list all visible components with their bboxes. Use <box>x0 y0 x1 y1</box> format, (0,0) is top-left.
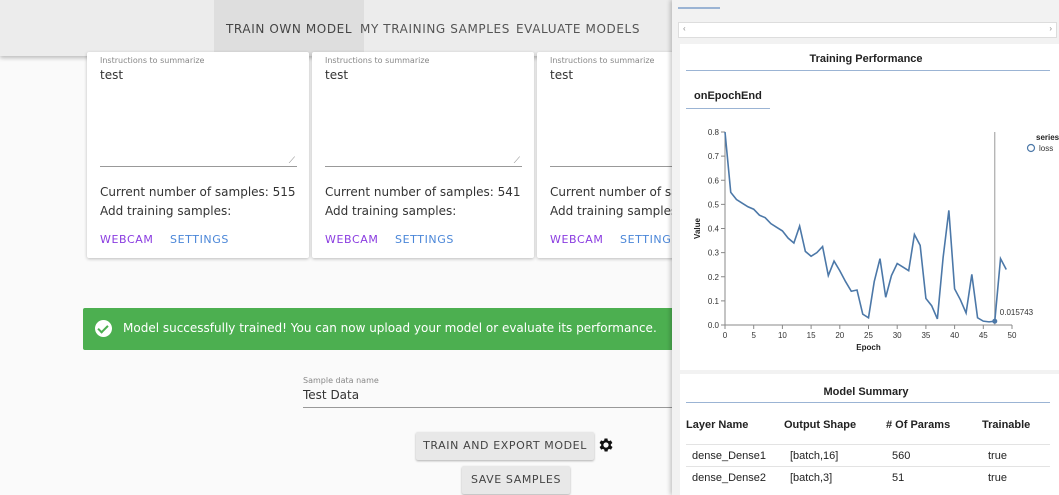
success-alert: Model successfully trained! You can now … <box>83 308 703 350</box>
textarea-underline <box>325 166 522 167</box>
hover-point <box>992 318 998 324</box>
hover-value-label: 0.015743 <box>1000 308 1034 317</box>
add-samples-label: Add training samples: <box>100 204 232 218</box>
class-card: Instructions to summarize test ⟋ Current… <box>312 52 534 258</box>
settings-button[interactable]: SETTINGS <box>395 233 454 246</box>
instructions-textarea[interactable]: test <box>550 68 573 82</box>
class-card: Instructions to summarize test ⟋ Current… <box>87 52 309 258</box>
sample-name-underline <box>303 407 683 408</box>
instructions-textarea[interactable]: test <box>325 68 348 82</box>
add-samples-label: Add training samples: <box>325 204 457 218</box>
x-tick-label: 20 <box>835 331 844 340</box>
alert-message: Model successfully trained! You can now … <box>123 321 657 335</box>
resize-grip-icon[interactable]: ⟋ <box>514 156 520 166</box>
legend-symbol <box>1026 143 1036 153</box>
visor-panel: ‹ › Training Performance onEpochEnd 0.0 0… <box>672 0 1059 495</box>
table-cell: 51 <box>892 472 905 484</box>
x-tick-label: 10 <box>778 331 787 340</box>
x-tick-label: 15 <box>807 331 816 340</box>
table-cell: true <box>988 472 1007 484</box>
y-axis-label: Value <box>693 218 702 239</box>
title-underline <box>686 402 1050 403</box>
textarea-underline <box>100 166 297 167</box>
check-circle-icon <box>95 320 112 337</box>
table-cell: true <box>988 450 1007 462</box>
tab-on-epoch-end[interactable]: onEpochEnd <box>686 90 770 109</box>
horizontal-scrollbar[interactable]: ‹ › <box>678 22 1057 38</box>
model-summary-card: Model Summary Layer Name Output Shape # … <box>680 374 1059 495</box>
y-tick-label: 0.7 <box>708 152 720 161</box>
x-tick-label: 40 <box>950 331 959 340</box>
y-tick-label: 0.5 <box>708 200 720 209</box>
loss-series-line <box>724 131 1007 323</box>
table-row: dense_Dense2 [batch,3] 51 true <box>686 466 1050 488</box>
x-tick-label: 0 <box>723 331 728 340</box>
sample-name-label: Sample data name <box>303 376 379 385</box>
sample-name-input[interactable]: Test Data <box>303 388 359 402</box>
y-tick-label: 0.8 <box>708 128 720 137</box>
save-samples-button[interactable]: SAVE SAMPLES <box>462 466 570 494</box>
y-tick-label: 0.2 <box>708 273 720 282</box>
y-tick-label: 0.0 <box>708 321 720 330</box>
instructions-label: Instructions to summarize <box>100 56 205 65</box>
legend-title: series <box>1036 133 1059 142</box>
y-tick-label: 0.3 <box>708 249 720 258</box>
sample-count: Current number of samples: 541 <box>325 185 521 199</box>
sample-count: Current number of sam <box>550 185 691 199</box>
column-header: Output Shape <box>784 419 857 431</box>
instructions-label: Instructions to summarize <box>550 56 655 65</box>
tab-train-own-model[interactable]: TRAIN OWN MODEL <box>214 0 365 56</box>
x-tick-label: 25 <box>864 331 873 340</box>
y-tick-label: 0.1 <box>708 297 720 306</box>
title-underline <box>686 70 1050 71</box>
x-tick-label: 30 <box>893 331 902 340</box>
table-row: dense_Dense1 [batch,16] 560 true <box>686 444 1050 466</box>
sample-count: Current number of samples: 515 <box>100 185 296 199</box>
panel-tab[interactable] <box>678 0 720 9</box>
table-cell: 560 <box>892 450 911 462</box>
column-header: Layer Name <box>686 419 749 431</box>
top-nav: TRAIN OWN MODEL MY TRAINING SAMPLES EVAL… <box>0 0 700 56</box>
column-header: Trainable <box>982 419 1031 431</box>
x-tick-label: 50 <box>1008 331 1017 340</box>
instructions-textarea[interactable]: test <box>100 68 123 82</box>
y-tick-label: 0.4 <box>708 225 720 234</box>
add-samples-label: Add training samples: <box>550 204 682 218</box>
webcam-button[interactable]: WEBCAM <box>100 233 153 246</box>
table-cell: dense_Dense1 <box>692 450 767 462</box>
settings-button[interactable]: SETTINGS <box>620 233 679 246</box>
summary-title: Model Summary <box>823 386 909 398</box>
table-cell: dense_Dense2 <box>692 472 767 484</box>
scroll-right-icon[interactable]: › <box>1049 24 1052 33</box>
x-tick-label: 5 <box>751 331 756 340</box>
column-header: # Of Params <box>886 419 951 431</box>
tab-evaluate-models[interactable]: EVALUATE MODELS <box>504 0 652 56</box>
table-cell: [batch,16] <box>790 450 839 462</box>
webcam-button[interactable]: WEBCAM <box>325 233 378 246</box>
x-tick-label: 45 <box>979 331 988 340</box>
training-performance-card: Training Performance onEpochEnd 0.0 0.1 0.… <box>680 44 1059 370</box>
settings-button[interactable]: SETTINGS <box>170 233 229 246</box>
tab-my-training-samples[interactable]: MY TRAINING SAMPLES <box>348 0 522 56</box>
scroll-left-icon[interactable]: ‹ <box>683 24 686 33</box>
train-export-button[interactable]: TRAIN AND EXPORT MODEL <box>416 432 594 460</box>
y-tick-label: 0.6 <box>708 176 720 185</box>
instructions-label: Instructions to summarize <box>325 56 430 65</box>
table-cell: [batch,3] <box>790 472 833 484</box>
gear-icon[interactable] <box>597 436 615 454</box>
x-axis-label: Epoch <box>856 343 881 352</box>
x-tick-label: 35 <box>921 331 930 340</box>
performance-title: Training Performance <box>809 53 923 65</box>
webcam-button[interactable]: WEBCAM <box>550 233 603 246</box>
resize-grip-icon[interactable]: ⟋ <box>289 156 295 166</box>
loss-line-chart: 0.0 0.1 0.2 0.3 0.4 0.5 0.6 0.7 0.8 0 5 10 15 20 25 30 3… <box>693 128 1059 352</box>
legend-label: loss <box>1039 144 1053 153</box>
